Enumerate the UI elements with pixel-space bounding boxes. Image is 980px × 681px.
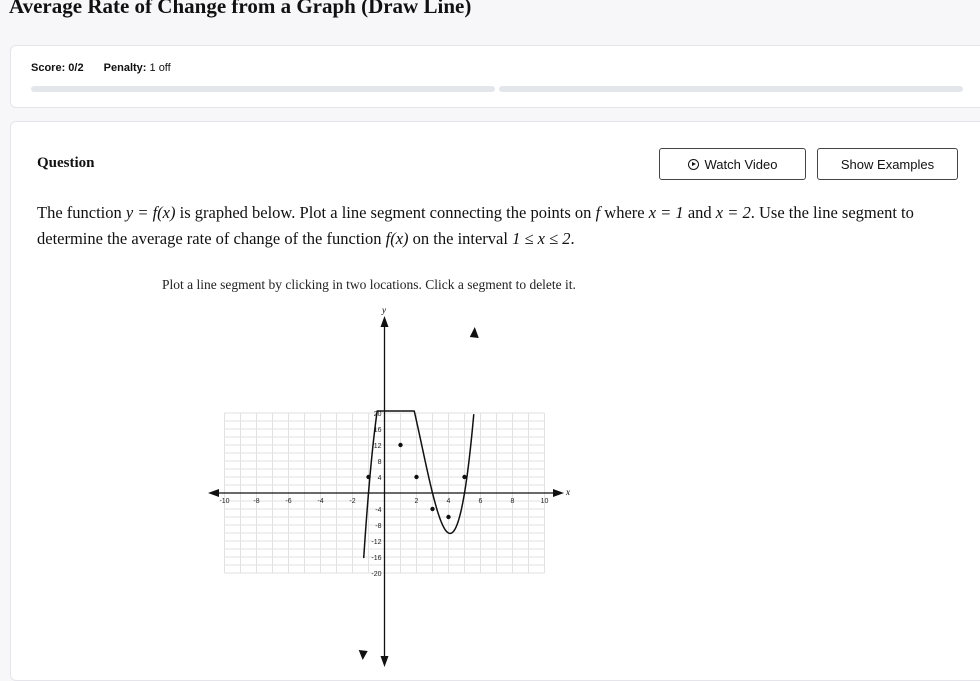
y-tick-label: -4 [375, 507, 381, 514]
y-tick-label: -8 [375, 523, 381, 530]
curve-arrow-up [469, 327, 479, 338]
y-axis-label: y [381, 305, 386, 315]
curve-point [398, 442, 403, 448]
curve-point [414, 474, 419, 480]
x-tick-label: 2 [415, 498, 419, 505]
function-graph[interactable]: xy-10 -8 -6 -4 -2 2 4 6 8 1020161284-4-8-12-16-20 [0, 0, 980, 669]
y-tick-label: -20 [371, 571, 381, 578]
x-tick-label: -4 [317, 498, 323, 505]
x-axis-label: x [565, 487, 570, 497]
curve-arrow-down [358, 650, 368, 660]
x-tick-label: -10 [219, 498, 229, 505]
curve-point [366, 474, 371, 480]
y-tick-label: -12 [371, 539, 381, 546]
y-tick-label: -16 [371, 555, 381, 562]
x-tick-label: -8 [253, 498, 259, 505]
y-axis-arrow-up [380, 316, 389, 327]
x-axis-arrow-right [553, 489, 564, 497]
x-tick-label: -2 [349, 498, 355, 505]
x-tick-label: -6 [285, 498, 291, 505]
x-tick-label: 4 [447, 498, 451, 505]
x-tick-label: 6 [479, 498, 483, 505]
curve-point [462, 474, 467, 480]
curve-point [430, 506, 435, 512]
x-tick-label: 10 [541, 498, 549, 505]
y-tick-label: 8 [378, 459, 382, 466]
curve-point [446, 514, 451, 520]
y-axis-arrow-down [380, 656, 389, 667]
y-tick-label: 12 [374, 443, 382, 450]
y-tick-label: 4 [378, 475, 382, 482]
x-axis-arrow-left [208, 489, 219, 497]
x-tick-label: 8 [511, 498, 515, 505]
